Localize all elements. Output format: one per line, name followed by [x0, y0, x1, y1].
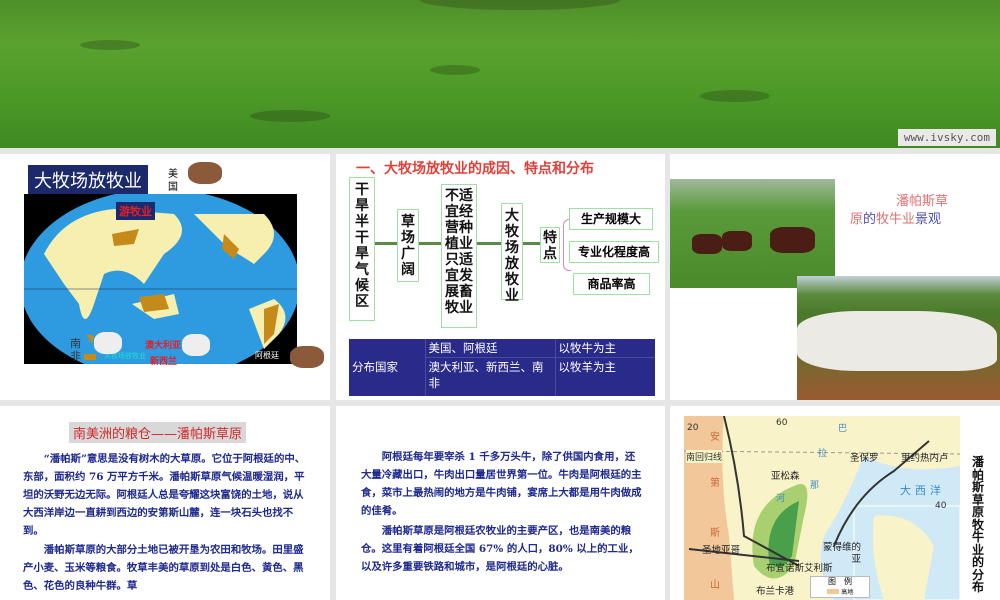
arrow	[419, 242, 441, 245]
table-cell: 以牧羊为主	[558, 360, 617, 374]
table-cell: 澳大利亚、新西兰、南非	[425, 357, 556, 396]
slide-title: 大牧场放牧业	[28, 165, 148, 195]
label-argentina: 阿根廷	[255, 351, 279, 360]
map-label: 那	[810, 481, 820, 491]
flow-grassland: 草场广阔	[397, 209, 419, 282]
arrow	[477, 242, 501, 245]
lon-label: 60	[776, 418, 788, 428]
city-label: 亚松森	[771, 471, 800, 482]
sheep-icon	[182, 334, 210, 356]
lat-label: 20	[687, 423, 699, 433]
city-label: 蒙得维的亚	[822, 542, 861, 565]
slide-pampas-intro[interactable]: 南美洲的粮仓——潘帕斯草原 “潘帕斯”意思是没有树木的大草原。它位于阿根廷的中、…	[0, 406, 330, 600]
cow-icon	[290, 346, 324, 368]
city-label: 布兰卡港	[756, 586, 795, 597]
label-south-africa: 南非	[70, 337, 81, 363]
tropic-label: 南回归线	[686, 450, 723, 463]
label-australia: 澳大利亚	[145, 341, 182, 351]
slide-beef[interactable]: 阿根廷每年要宰杀 1 千多万头牛，除了供国内食用，还大量冷藏出口，牛肉出口量居世…	[336, 406, 665, 600]
map-label: 第	[710, 478, 720, 489]
label-usa: 美国	[168, 169, 178, 193]
paragraph: 潘帕斯草原是阿根廷农牧业的主要产区，也是南美的粮仓。这里有着阿根廷全国 67% …	[361, 525, 639, 573]
caption-part: 原	[850, 212, 864, 227]
ocean-label: 大西洋	[900, 484, 945, 497]
section-title: 南美洲的粮仓——潘帕斯草原	[69, 422, 247, 443]
lon-label: 40	[935, 501, 947, 511]
slide-pampas-map[interactable]: 20 60 40 南回归线 安 第 斯 山 巴 拉 那 河 亚松森 圣保罗 里约…	[670, 406, 1000, 600]
feature-item: 生产规模大	[569, 208, 653, 230]
feature-item: 专业化程度高	[569, 241, 659, 263]
feature-item: 商品率高	[573, 273, 650, 295]
legend-title: 图 例	[828, 577, 852, 586]
table-cell: 以牧牛为主	[555, 339, 655, 358]
slide-world-map[interactable]: 大牧场放牧业 美国 游牧业 南非 大牧场放牧业 澳大利亚 新西兰 阿根廷	[0, 154, 330, 400]
paragraph: “潘帕斯”意思是没有树木的大草原。它位于阿根廷的中、东部，面积约 76 万平方千…	[23, 453, 306, 537]
flow-features: 特点	[540, 227, 560, 263]
map-label: 山	[710, 580, 720, 591]
caption-part: 牧牛业	[876, 212, 916, 227]
nomadic-label: 游牧业	[116, 202, 155, 220]
city-label: 圣地亚哥	[702, 545, 741, 556]
caption-part: 景观	[915, 212, 942, 227]
distribution-table: 分布国家 美国、阿根廷 以牧牛为主 澳大利亚、新西兰、南非 以牧羊为主	[349, 339, 655, 396]
paragraph: 潘帕斯草原的大部分土地已被开垦为农田和牧场。田里盛产小麦、玉米等粮食。牧草丰美的…	[23, 544, 304, 592]
map-label: 斯	[710, 528, 720, 539]
table-header: 分布国家	[349, 339, 426, 396]
arrow	[523, 242, 540, 245]
cattle-photo	[670, 179, 835, 288]
city-label: 圣保罗	[850, 453, 879, 464]
map-label: 安	[710, 432, 720, 443]
side-title: 潘帕斯草原牧牛业的分布	[972, 455, 985, 594]
label-new-zealand: 新西兰	[150, 357, 178, 367]
map-label: 巴	[838, 424, 848, 434]
slide-photos[interactable]: 潘帕斯草 原的牧牛业景观	[670, 154, 1000, 400]
cow-icon	[188, 162, 222, 184]
map-label: 拉	[818, 449, 828, 459]
map-label: 河	[776, 494, 786, 504]
legend-item: 高地	[841, 589, 854, 596]
flow-reason: 不适宜经营种植业只适宜发展畜牧业	[441, 184, 477, 328]
flow-ranching: 大牧场放牧业	[501, 203, 523, 304]
photo-caption: 潘帕斯草	[896, 194, 949, 209]
caption-part: 的	[863, 212, 877, 227]
herd-photo	[797, 276, 1000, 400]
watermark: www.ivsky.com	[897, 129, 996, 146]
paragraph: 阿根廷每年要宰杀 1 千多万头牛，除了供国内食用，还大量冷藏出口，牛肉出口量居世…	[361, 451, 642, 517]
photo-caption-line2: 原的牧牛业景观	[850, 208, 941, 227]
sheep-icon	[94, 332, 122, 354]
table-row: 分布国家 美国、阿根廷 以牧牛为主	[349, 339, 655, 396]
legend-swatch	[84, 354, 96, 360]
city-label: 里约热内卢	[901, 453, 949, 464]
slide-heading: 一、大牧场放牧业的成因、特点和分布	[356, 161, 594, 177]
arrow	[375, 242, 397, 245]
map-legend: 图 例 高地	[810, 576, 870, 598]
grassland-photo: www.ivsky.com	[0, 0, 1000, 148]
slide-causes[interactable]: 一、大牧场放牧业的成因、特点和分布 干旱半干旱气候区 草场广阔 不适宜经营种植业…	[336, 154, 665, 400]
table-cell: 美国、阿根廷	[425, 339, 556, 358]
flow-climate: 干旱半干旱气候区	[349, 177, 375, 321]
